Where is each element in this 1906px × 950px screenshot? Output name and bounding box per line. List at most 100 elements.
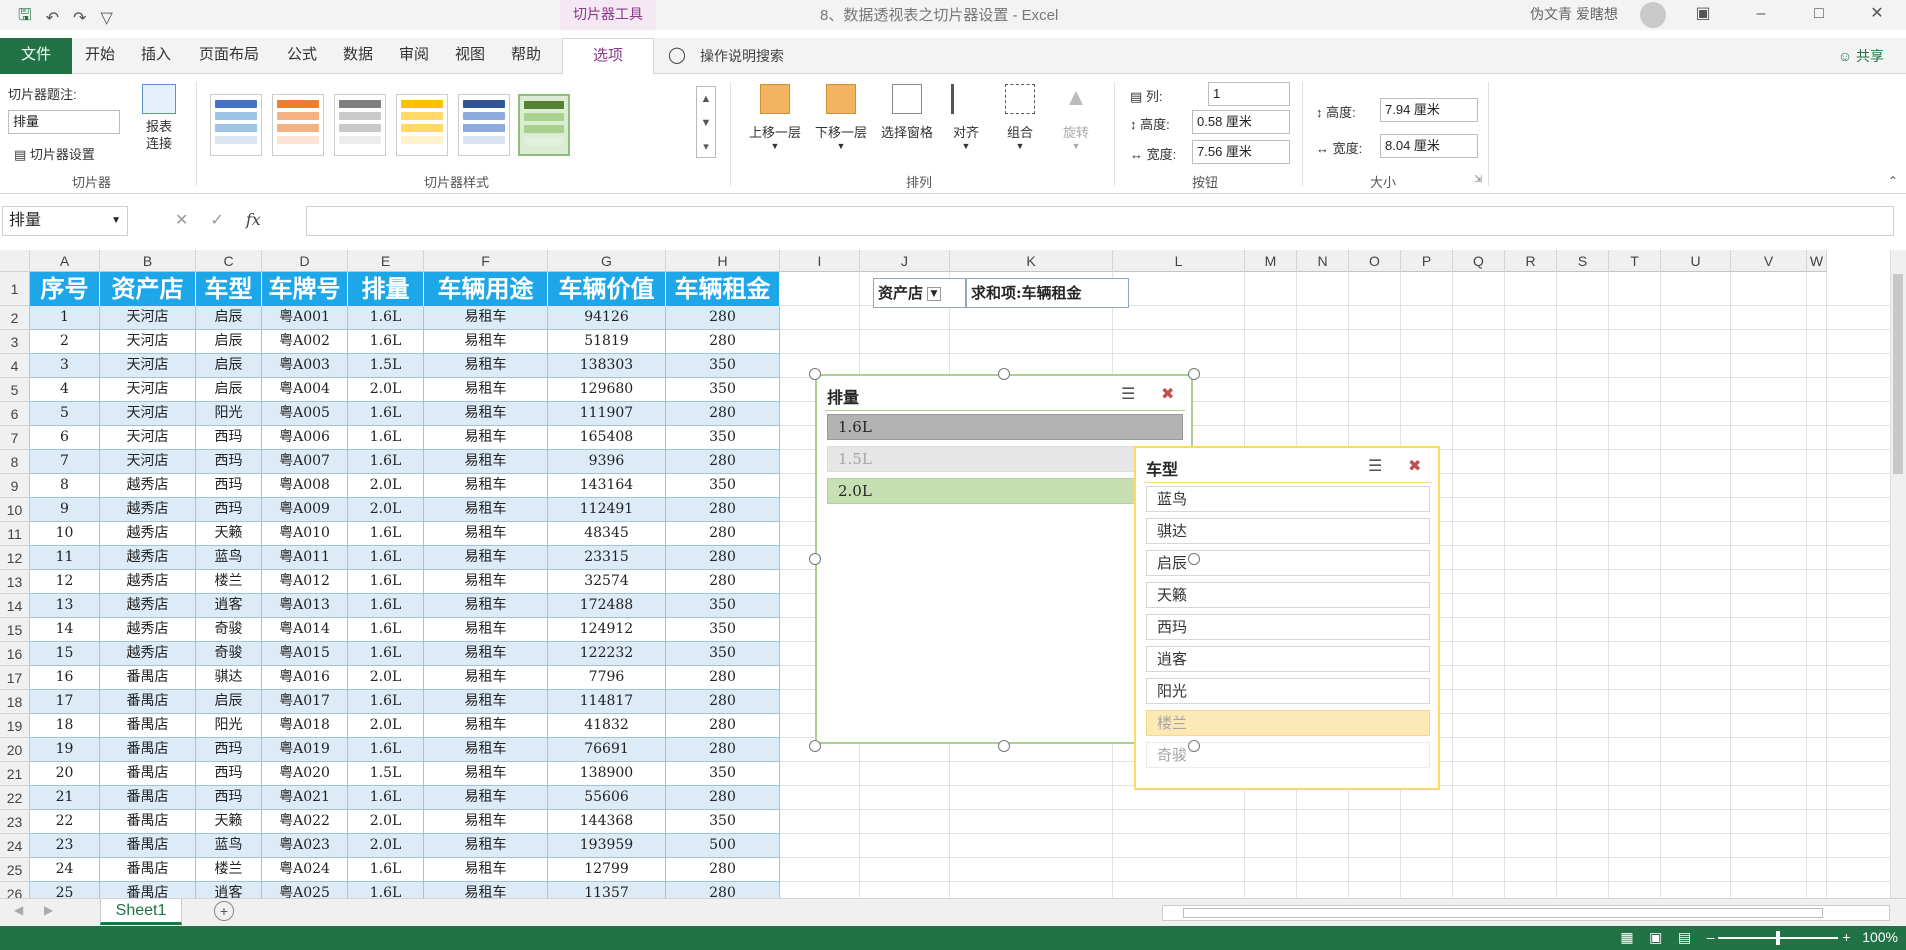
table-cell[interactable]: 172488 — [548, 594, 666, 618]
horizontal-scrollbar[interactable] — [1162, 905, 1890, 921]
slicer-item[interactable]: 2.0L — [827, 478, 1183, 504]
user-name[interactable]: 伪文青 爱瞎想 — [1530, 4, 1618, 24]
table-cell[interactable]: 124912 — [548, 618, 666, 642]
table-header-cell[interactable]: 车辆价值 — [548, 272, 666, 306]
send-backward-button[interactable]: 下移一层 ▼ — [810, 84, 872, 151]
slicer-style-blue[interactable] — [210, 94, 262, 156]
table-cell[interactable]: 奇骏 — [196, 642, 262, 666]
column-header[interactable]: O — [1349, 250, 1401, 272]
table-cell[interactable]: 阳光 — [196, 402, 262, 426]
table-cell[interactable]: 4 — [30, 378, 100, 402]
table-cell[interactable]: 1.5L — [348, 354, 424, 378]
table-cell[interactable]: 天河店 — [100, 330, 196, 354]
table-cell[interactable]: 天籁 — [196, 810, 262, 834]
table-cell[interactable]: 350 — [666, 642, 780, 666]
table-cell[interactable]: 易租车 — [424, 594, 548, 618]
table-cell[interactable]: 350 — [666, 618, 780, 642]
share-button[interactable]: ☺ 共享 — [1838, 46, 1884, 66]
table-cell[interactable]: 15 — [30, 642, 100, 666]
table-cell[interactable]: 1.6L — [348, 570, 424, 594]
table-header-cell[interactable]: 排量 — [348, 272, 424, 306]
table-cell[interactable]: 21 — [30, 786, 100, 810]
table-cell[interactable]: 易租车 — [424, 858, 548, 882]
maximize-icon[interactable]: □ — [1790, 0, 1848, 30]
row-header[interactable]: 14 — [0, 594, 30, 618]
table-cell[interactable]: 1.6L — [348, 618, 424, 642]
row-header[interactable]: 24 — [0, 834, 30, 858]
slicer-style-orange[interactable] — [272, 94, 324, 156]
column-header[interactable]: E — [348, 250, 424, 272]
pivot-row-label[interactable]: 资产店 ▼ — [873, 278, 966, 308]
slicer-style-darkblue[interactable] — [458, 94, 510, 156]
style-gallery-scroll[interactable]: ▲ ▼ ▾ — [696, 86, 716, 158]
column-header[interactable]: D — [262, 250, 348, 272]
table-cell[interactable]: 1 — [30, 306, 100, 330]
slicer-item[interactable]: 西玛 — [1146, 614, 1430, 640]
row-header[interactable]: 8 — [0, 450, 30, 474]
row-header[interactable]: 11 — [0, 522, 30, 546]
column-header[interactable]: J — [860, 250, 950, 272]
table-cell[interactable]: 启辰 — [196, 354, 262, 378]
collapse-ribbon-icon[interactable]: ⌃ — [1888, 174, 1898, 188]
column-header[interactable]: S — [1557, 250, 1609, 272]
table-cell[interactable]: 粤A022 — [262, 810, 348, 834]
table-cell[interactable]: 番禺店 — [100, 858, 196, 882]
table-cell[interactable]: 16 — [30, 666, 100, 690]
slicer-item[interactable]: 逍客 — [1146, 646, 1430, 672]
table-cell[interactable]: 144368 — [548, 810, 666, 834]
table-cell[interactable]: 17 — [30, 690, 100, 714]
table-cell[interactable]: 西玛 — [196, 786, 262, 810]
column-header[interactable]: K — [950, 250, 1113, 272]
page-layout-view-icon[interactable]: ▣ — [1649, 929, 1662, 945]
table-cell[interactable]: 天河店 — [100, 378, 196, 402]
minimize-icon[interactable]: – — [1732, 0, 1790, 30]
table-cell[interactable]: 1.6L — [348, 522, 424, 546]
table-cell[interactable]: 粤A002 — [262, 330, 348, 354]
table-cell[interactable]: 350 — [666, 594, 780, 618]
undo-icon[interactable]: ↶ — [46, 8, 59, 28]
table-cell[interactable]: 143164 — [548, 474, 666, 498]
table-cell[interactable]: 启辰 — [196, 378, 262, 402]
table-cell[interactable]: 11357 — [548, 882, 666, 898]
table-cell[interactable]: 7 — [30, 450, 100, 474]
table-cell[interactable]: 280 — [666, 738, 780, 762]
table-cell[interactable]: 7796 — [548, 666, 666, 690]
column-header[interactable]: G — [548, 250, 666, 272]
column-header[interactable]: B — [100, 250, 196, 272]
column-header[interactable]: F — [424, 250, 548, 272]
table-cell[interactable]: 1.5L — [348, 762, 424, 786]
table-cell[interactable]: 32574 — [548, 570, 666, 594]
scroll-left-icon[interactable]: ◀ — [14, 903, 23, 917]
tab-view[interactable]: 视图 — [448, 38, 492, 74]
table-cell[interactable]: 2.0L — [348, 474, 424, 498]
tab-home[interactable]: 开始 — [78, 38, 122, 74]
slicer-style-yellow[interactable] — [396, 94, 448, 156]
table-cell[interactable]: 阳光 — [196, 714, 262, 738]
button-width-input[interactable]: 7.56 厘米 — [1192, 140, 1290, 164]
table-cell[interactable]: 48345 — [548, 522, 666, 546]
table-cell[interactable]: 粤A007 — [262, 450, 348, 474]
table-cell[interactable]: 18 — [30, 714, 100, 738]
table-cell[interactable]: 10 — [30, 522, 100, 546]
table-cell[interactable]: 129680 — [548, 378, 666, 402]
table-cell[interactable]: 粤A016 — [262, 666, 348, 690]
row-header[interactable]: 19 — [0, 714, 30, 738]
table-header-cell[interactable]: 序号 — [30, 272, 100, 306]
table-cell[interactable]: 易租车 — [424, 714, 548, 738]
normal-view-icon[interactable]: ▦ — [1620, 929, 1633, 945]
table-header-cell[interactable]: 车辆租金 — [666, 272, 780, 306]
table-cell[interactable]: 12 — [30, 570, 100, 594]
name-box[interactable]: 排量 ▼ — [2, 206, 128, 236]
table-cell[interactable]: 25 — [30, 882, 100, 898]
table-cell[interactable]: 逍客 — [196, 882, 262, 898]
table-cell[interactable]: 41832 — [548, 714, 666, 738]
resize-handle[interactable] — [1188, 368, 1200, 380]
column-header[interactable]: R — [1505, 250, 1557, 272]
table-cell[interactable]: 19 — [30, 738, 100, 762]
table-cell[interactable]: 2.0L — [348, 714, 424, 738]
table-header-cell[interactable]: 车型 — [196, 272, 262, 306]
vertical-scrollbar[interactable] — [1890, 250, 1906, 898]
table-cell[interactable]: 粤A003 — [262, 354, 348, 378]
row-header[interactable]: 22 — [0, 786, 30, 810]
slicer-settings-button[interactable]: ▤ 切片器设置 — [14, 144, 95, 163]
